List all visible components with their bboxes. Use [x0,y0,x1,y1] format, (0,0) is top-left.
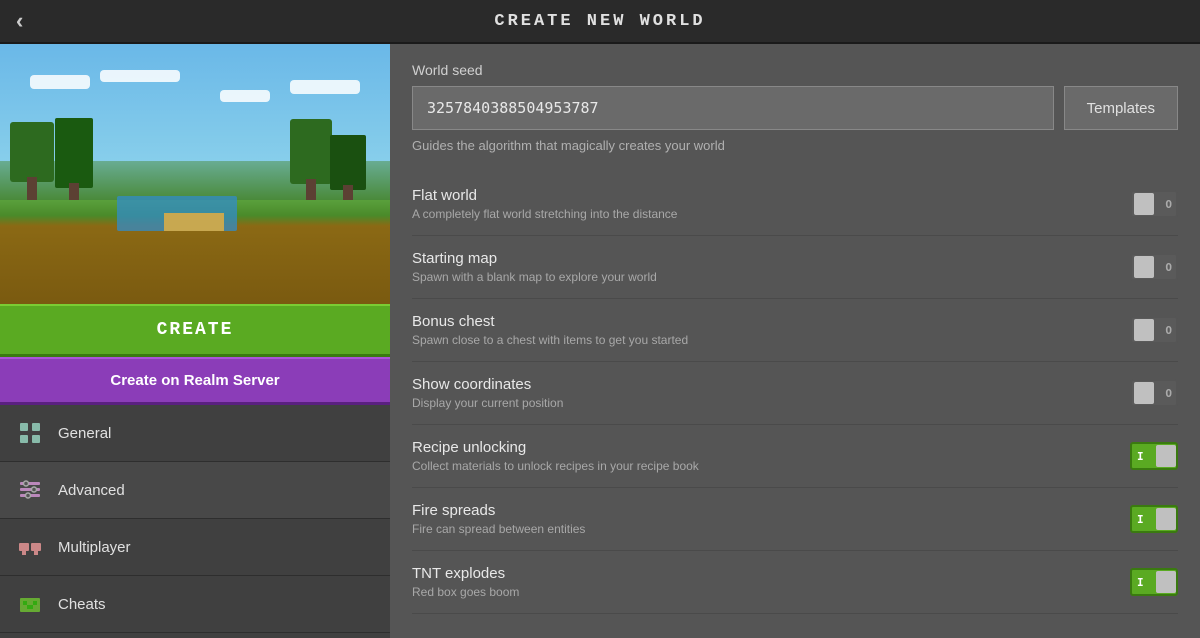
sidebar-nav: General Advanced [0,405,390,638]
toggle-desc-bonus-chest: Spawn close to a chest with items to get… [412,333,688,347]
toggle-title-show-coordinates: Show coordinates [412,376,563,393]
preview-sand [164,213,224,231]
realm-button[interactable]: Create on Realm Server [0,357,390,405]
general-icon [16,419,44,447]
create-button[interactable]: CREATE [0,304,390,357]
toggle-show-coordinates[interactable]: O [1130,379,1178,407]
toggles-container: Flat world A completely flat world stretc… [412,173,1178,614]
toggle-recipe-unlocking[interactable]: I [1130,442,1178,470]
toggle-thumb-starting-map [1134,256,1154,278]
toggle-title-flat-world: Flat world [412,187,677,204]
toggle-starting-map[interactable]: O [1130,253,1178,281]
toggle-tnt-explodes[interactable]: I [1130,568,1178,596]
main-layout: CREATE Create on Realm Server General [0,44,1200,638]
toggle-bonus-chest[interactable]: O [1130,316,1178,344]
toggle-desc-fire-spreads: Fire can spread between entities [412,522,585,536]
toggle-desc-tnt-explodes: Red box goes boom [412,585,519,599]
cheats-icon [16,590,44,618]
toggle-row-flat-world: Flat world A completely flat world stretc… [412,173,1178,236]
toggle-desc-flat-world: A completely flat world stretching into … [412,207,677,221]
page-title: CREATE NEW WORLD [494,12,705,31]
sidebar-item-multiplayer[interactable]: Multiplayer [0,519,390,576]
content-area: World seed Templates Guides the algorith… [390,44,1200,638]
toggle-thumb-recipe-unlocking [1156,445,1176,467]
toggle-row-fire-spreads: Fire spreads Fire can spread between enti… [412,488,1178,551]
sidebar-item-advanced[interactable]: Advanced [0,462,390,519]
multiplayer-icon [16,533,44,561]
toggle-title-tnt-explodes: TNT explodes [412,565,519,582]
toggle-thumb-flat-world [1134,193,1154,215]
toggle-row-recipe-unlocking: Recipe unlocking Collect materials to unl… [412,425,1178,488]
tree [290,119,332,205]
world-seed-label: World seed [412,62,1178,78]
toggle-flat-world[interactable]: O [1130,190,1178,218]
cloud [290,80,360,94]
templates-button[interactable]: Templates [1064,86,1178,130]
sidebar-item-cheats-label: Cheats [58,596,106,613]
seed-row: Templates [412,86,1178,130]
tree [55,118,93,205]
sidebar-item-general[interactable]: General [0,405,390,462]
tree [330,135,366,205]
toggle-desc-show-coordinates: Display your current position [412,396,563,410]
seed-hint: Guides the algorithm that magically crea… [412,138,1178,153]
sidebar-item-multiplayer-label: Multiplayer [58,539,131,556]
advanced-icon [16,476,44,504]
sidebar-item-resource-packs[interactable]: Resource Packs [0,633,390,638]
toggle-fire-spreads[interactable]: I [1130,505,1178,533]
world-preview [0,44,390,304]
toggle-row-starting-map: Starting map Spawn with a blank map to ex… [412,236,1178,299]
toggle-title-starting-map: Starting map [412,250,657,267]
sidebar-item-general-label: General [58,425,111,442]
toggle-title-bonus-chest: Bonus chest [412,313,688,330]
sidebar: CREATE Create on Realm Server General [0,44,390,638]
toggle-row-bonus-chest: Bonus chest Spawn close to a chest with i… [412,299,1178,362]
cloud [220,90,270,102]
back-button[interactable]: ‹ [16,8,23,34]
toggle-desc-starting-map: Spawn with a blank map to explore your w… [412,270,657,284]
toggle-title-fire-spreads: Fire spreads [412,502,585,519]
cloud [30,75,90,89]
cloud [100,70,180,82]
header: ‹ CREATE NEW WORLD [0,0,1200,44]
toggle-thumb-show-coordinates [1134,382,1154,404]
toggle-row-tnt-explodes: TNT explodes Red box goes boom I [412,551,1178,614]
toggle-thumb-fire-spreads [1156,508,1176,530]
seed-input[interactable] [412,86,1054,130]
toggle-desc-recipe-unlocking: Collect materials to unlock recipes in y… [412,459,699,473]
toggle-row-show-coordinates: Show coordinates Display your current pos… [412,362,1178,425]
tree [10,122,54,205]
toggle-thumb-tnt-explodes [1156,571,1176,593]
sidebar-item-cheats[interactable]: Cheats [0,576,390,633]
sidebar-item-advanced-label: Advanced [58,482,125,499]
toggle-title-recipe-unlocking: Recipe unlocking [412,439,699,456]
toggle-thumb-bonus-chest [1134,319,1154,341]
